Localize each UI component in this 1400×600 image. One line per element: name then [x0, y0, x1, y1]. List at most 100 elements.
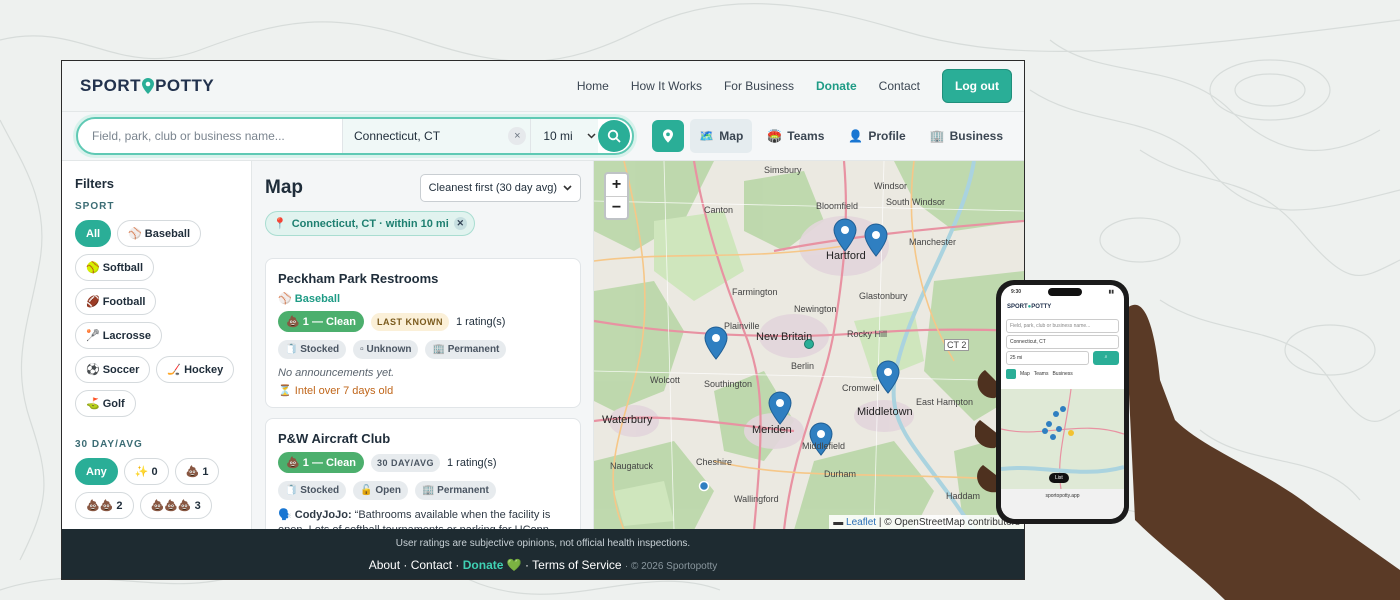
card-status-pills: 🧻 Stocked 🔓 Open 🏢 Permanent — [278, 481, 568, 500]
hand-holding-phone: 9:30 ▮▮ SPORT ● POTTY Field, park, club or… — [975, 270, 1400, 600]
sport-chip-football[interactable]: 🏈 Football — [75, 288, 157, 315]
search-button[interactable] — [598, 120, 631, 152]
card-title[interactable]: P&W Aircraft Club — [278, 431, 568, 446]
building-icon: 🏢 — [432, 344, 448, 355]
avg-chip-any[interactable]: Any — [75, 458, 118, 485]
sport-chip-lacrosse[interactable]: 🥍 Lacrosse — [75, 322, 163, 349]
nav-home[interactable]: Home — [577, 79, 609, 93]
avg-chip-3[interactable]: 💩💩💩 3 — [139, 492, 212, 519]
ukraine-flag-icon: ▬ — [833, 517, 847, 528]
location-filter-text: Connecticut, CT · within 10 mi — [291, 217, 449, 230]
map-label: Cromwell — [842, 383, 880, 393]
map-icon: 🗺️ — [699, 129, 715, 143]
phone-url-bar: sportopotty.app — [1001, 489, 1124, 519]
building-icon: 🏢 — [421, 485, 438, 496]
remove-location-filter-icon[interactable]: ✕ — [453, 217, 467, 230]
sport-chip-all[interactable]: All — [75, 220, 112, 247]
result-card[interactable]: Peckham Park Restrooms ⚾ Baseball 💩 1 — … — [265, 258, 581, 408]
zoom-out-button[interactable]: − — [606, 196, 627, 218]
filters-panel: Filters SPORT All ⚾ Baseball 🥎 Softball 🏈 F… — [62, 161, 252, 530]
hockey-icon: 🏒 — [167, 364, 182, 376]
card-rating-row: 💩 1 — Clean LAST KNOWN 1 rating(s) — [278, 311, 568, 332]
intel-age-warning: ⏳ Intel over 7 days old — [278, 385, 394, 397]
footer-copyright: · © 2026 Sportopotty — [624, 561, 718, 572]
map-view[interactable]: Simsbury Windsor Bloomfield South Windso… — [594, 161, 1024, 530]
map-label: Farmington — [732, 287, 778, 297]
phone-map[interactable]: List — [1001, 388, 1124, 490]
result-card[interactable]: P&W Aircraft Club 💩 1 — Clean 30 DAY/AVG… — [265, 418, 581, 530]
my-location-button[interactable] — [652, 120, 685, 152]
sort-select[interactable]: Cleanest first (30 day avg) — [419, 174, 581, 202]
tab-business[interactable]: 🏢 Business — [921, 119, 1012, 153]
sparkle-icon: ✨ — [134, 466, 149, 478]
poop-icon: 💩💩💩 — [150, 500, 192, 512]
map-label: Simsbury — [764, 165, 802, 175]
sport-section-label: SPORT — [75, 201, 115, 212]
sort-value: Cleanest first (30 day avg) — [428, 182, 557, 194]
map-label: Plainville — [724, 321, 760, 331]
sport-chip-hockey[interactable]: 🏒 Hockey — [156, 356, 235, 383]
map-label: Berlin — [791, 361, 815, 371]
sportopotty-logo[interactable]: SPORT POTTY — [80, 76, 214, 96]
zoom-control: + − — [604, 172, 629, 220]
tab-map[interactable]: 🗺️ Map — [690, 119, 753, 153]
sport-chip-soccer[interactable]: ⚽ Soccer — [75, 356, 151, 383]
main-content: Filters SPORT All ⚾ Baseball 🥎 Softball 🏈 F… — [62, 161, 1024, 530]
location-value: Connecticut, CT — [354, 129, 441, 143]
avg-chip-2[interactable]: 💩💩 2 — [75, 492, 134, 519]
footer-donate-link[interactable]: Donate 💚 — [463, 558, 522, 572]
phone-location-button[interactable] — [1006, 369, 1016, 379]
toilet-paper-icon: 🧻 — [285, 485, 301, 496]
avg-chip-0[interactable]: ✨ 0 — [123, 458, 169, 485]
search-toolbar: Field, park, club or business name... Co… — [62, 111, 1024, 161]
card-title[interactable]: Peckham Park Restrooms — [278, 271, 568, 286]
nav-how-it-works[interactable]: How It Works — [631, 79, 702, 93]
phone-list-button[interactable]: List — [1049, 473, 1069, 483]
footer-terms-link[interactable]: Terms of Service — [532, 558, 621, 572]
map-label: Wallingford — [734, 494, 779, 504]
lock-open-icon: 🔓 — [360, 485, 376, 496]
clear-location-icon[interactable]: × — [508, 127, 527, 145]
phone-tab-map[interactable]: Map — [1020, 371, 1030, 377]
name-search-input[interactable]: Field, park, club or business name... — [78, 119, 343, 153]
map-label: Cheshire — [696, 457, 733, 467]
sport-chip-baseball[interactable]: ⚾ Baseball — [117, 220, 202, 247]
footer-contact-link[interactable]: Contact — [411, 558, 452, 572]
profile-icon: 👤 — [848, 129, 864, 143]
status-pill-permanent: 🏢 Permanent — [414, 481, 496, 500]
sport-chip-softball[interactable]: 🥎 Softball — [75, 254, 155, 281]
phone-radius-select[interactable]: 25 mi — [1006, 351, 1089, 365]
page-title: Map — [265, 177, 303, 198]
chevron-down-icon — [563, 185, 572, 191]
poop-icon: 💩💩 — [86, 500, 114, 512]
location-input[interactable]: Connecticut, CT × — [343, 119, 531, 153]
nav-contact[interactable]: Contact — [879, 79, 920, 93]
golf-icon: ⛳ — [86, 398, 100, 410]
nav-donate[interactable]: Donate — [816, 79, 857, 93]
map-label: Southington — [704, 379, 753, 389]
avg-chip-1[interactable]: 💩 1 — [174, 458, 220, 485]
leaflet-link[interactable]: Leaflet — [846, 517, 876, 528]
map-label: Manchester — [909, 237, 957, 247]
main-nav: Home How It Works For Business Donate Co… — [577, 69, 1012, 103]
zoom-in-button[interactable]: + — [606, 174, 627, 196]
phone-url[interactable]: sportopotty.app — [1045, 493, 1079, 499]
tab-teams[interactable]: 🏟️ Teams — [758, 119, 833, 153]
phone-tab-business[interactable]: Business — [1052, 371, 1072, 377]
tab-profile[interactable]: 👤 Profile — [839, 119, 914, 153]
phone-search-button[interactable]: ⌕ — [1093, 351, 1119, 365]
phone-search-input[interactable]: Field, park, club or business name... — [1006, 319, 1119, 333]
phone-location-input[interactable]: Connecticut, CT — [1006, 335, 1119, 349]
announcement-note: No announcements yet. — [278, 367, 395, 379]
nav-for-business[interactable]: For Business — [724, 79, 794, 93]
location-pin-icon — [663, 129, 674, 143]
view-tools: 🗺️ Map 🏟️ Teams 👤 Profile 🏢 Business — [652, 119, 1012, 153]
logout-button[interactable]: Log out — [942, 69, 1012, 103]
phone-tab-teams[interactable]: Teams — [1034, 371, 1049, 377]
footer-about-link[interactable]: About — [369, 558, 400, 572]
sport-chip-golf[interactable]: ⛳ Golf — [75, 390, 136, 417]
phone-time: 9:30 — [1011, 289, 1022, 295]
radius-select[interactable]: 10 mi — [530, 119, 599, 153]
sport-chips: All ⚾ Baseball 🥎 Softball 🏈 Football 🥍 Lacro… — [75, 220, 245, 417]
search-box: Field, park, club or business name... Co… — [76, 117, 635, 155]
